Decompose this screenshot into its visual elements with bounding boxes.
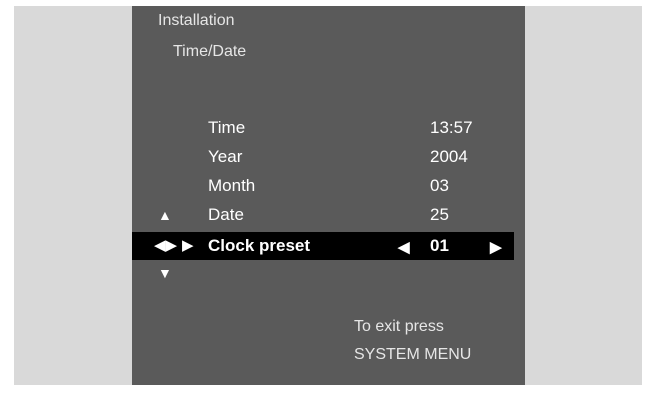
- value-decrease-arrow-icon[interactable]: ◀: [398, 238, 410, 256]
- row-label: Time: [208, 118, 246, 137]
- osd-screen: Installation Time/Date Time 13:57 Year 2…: [132, 6, 525, 385]
- menu-row-date[interactable]: Date 25: [132, 202, 514, 228]
- nav-left-right-arrow-icon[interactable]: ◀▶: [154, 238, 177, 253]
- nav-down-arrow-icon[interactable]: ▼: [158, 266, 172, 280]
- exit-hint-line1: To exit press: [354, 318, 444, 335]
- menu-row-year[interactable]: Year 2004: [132, 144, 514, 170]
- menu-row-time[interactable]: Time 13:57: [132, 115, 514, 141]
- nav-enter-arrow-icon[interactable]: ▶: [182, 238, 194, 253]
- value-increase-arrow-icon[interactable]: ▶: [490, 238, 502, 256]
- row-value: 13:57: [430, 118, 473, 137]
- row-value: 01: [430, 236, 449, 255]
- submenu-title: Time/Date: [173, 43, 247, 60]
- menu-title: Installation: [158, 12, 235, 29]
- menu-row-month[interactable]: Month 03: [132, 173, 514, 199]
- row-label: Date: [208, 205, 244, 224]
- row-value: 25: [430, 205, 449, 224]
- exit-hint-line2: SYSTEM MENU: [354, 346, 472, 363]
- row-label: Clock preset: [208, 236, 311, 255]
- row-label: Year: [208, 147, 243, 166]
- nav-up-arrow-icon[interactable]: ▲: [158, 208, 172, 222]
- row-label: Month: [208, 176, 256, 195]
- row-value: 2004: [430, 147, 468, 166]
- row-value: 03: [430, 176, 449, 195]
